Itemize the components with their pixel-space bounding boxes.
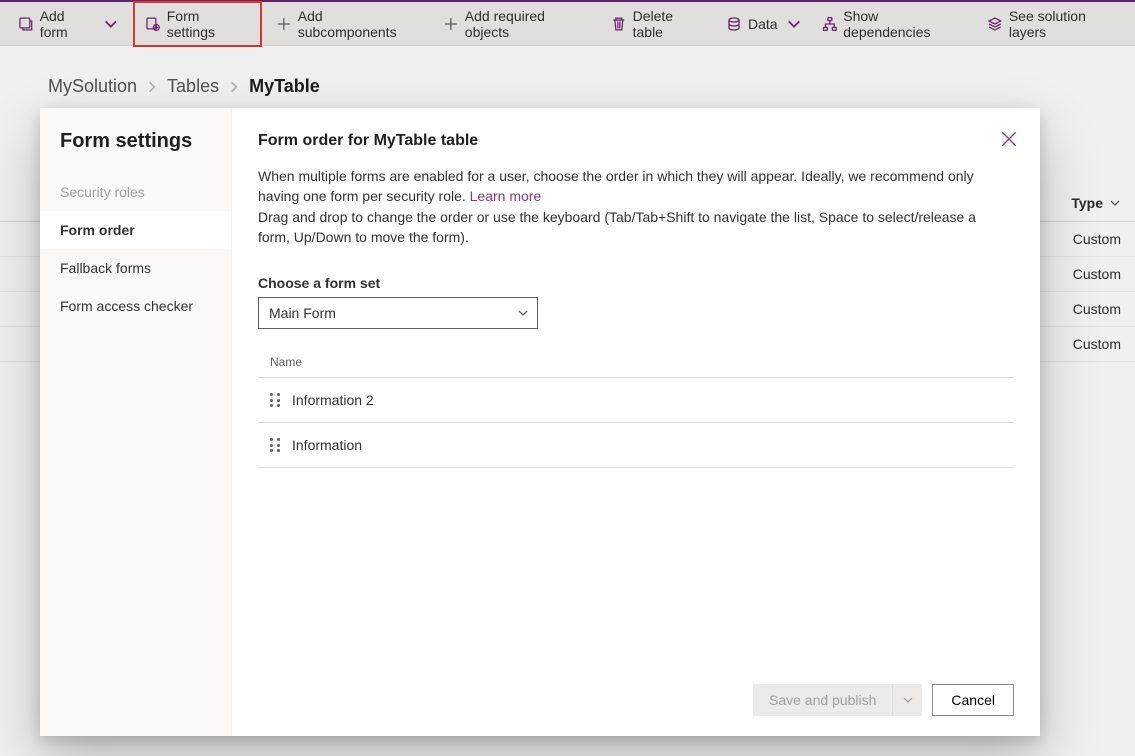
plus-icon xyxy=(443,16,459,32)
form-set-select[interactable]: Main Form xyxy=(258,297,538,329)
show-dependencies-button[interactable]: Show dependencies xyxy=(812,4,978,44)
form-order-item[interactable]: Information xyxy=(258,423,1014,468)
form-name: Information xyxy=(292,437,362,453)
form-settings-icon xyxy=(145,16,161,32)
sidebar-item-form-order[interactable]: Form order xyxy=(40,211,231,249)
form-settings-label: Form settings xyxy=(167,8,250,40)
sidebar-item-security-roles[interactable]: Security roles xyxy=(40,173,231,211)
chevron-down-icon xyxy=(902,694,914,706)
plus-icon xyxy=(276,16,292,32)
dialog-sidebar-title: Form settings xyxy=(40,130,231,173)
delete-table-label: Delete table xyxy=(633,8,706,40)
data-label: Data xyxy=(748,16,778,32)
add-form-label: Add form xyxy=(40,8,96,40)
data-icon xyxy=(726,16,742,32)
add-subcomponents-button[interactable]: Add subcomponents xyxy=(266,4,433,44)
breadcrumb-solution[interactable]: MySolution xyxy=(48,76,137,97)
add-subcomponents-label: Add subcomponents xyxy=(298,8,423,40)
learn-more-link[interactable]: Learn more xyxy=(470,188,542,204)
chevron-down-icon xyxy=(103,16,119,32)
form-order-item[interactable]: Information 2 xyxy=(258,378,1014,423)
add-form-button[interactable]: Add form xyxy=(8,4,129,44)
see-solution-layers-button[interactable]: See solution layers xyxy=(977,4,1135,44)
add-required-objects-button[interactable]: Add required objects xyxy=(433,4,601,44)
data-button[interactable]: Data xyxy=(716,12,812,36)
chevron-down-icon xyxy=(1109,197,1121,209)
cancel-button[interactable]: Cancel xyxy=(932,684,1014,716)
see-solution-layers-label: See solution layers xyxy=(1009,8,1125,40)
form-settings-button[interactable]: Form settings xyxy=(133,1,262,47)
dialog-sidebar: Form settings Security roles Form order … xyxy=(40,108,232,736)
form-set-label: Choose a form set xyxy=(258,275,1014,291)
form-name: Information 2 xyxy=(292,392,374,408)
form-settings-dialog: Form settings Security roles Form order … xyxy=(40,108,1040,736)
command-bar: Add form Form settings Add subcomponents… xyxy=(0,2,1135,46)
save-and-publish-caret xyxy=(892,684,922,716)
chevron-right-icon xyxy=(227,80,241,94)
sidebar-item-fallback-forms[interactable]: Fallback forms xyxy=(40,249,231,287)
save-and-publish-button: Save and publish xyxy=(753,684,922,716)
drag-handle-icon[interactable] xyxy=(270,438,280,452)
dialog-footer: Save and publish Cancel xyxy=(258,670,1014,716)
table-header-type[interactable]: Type xyxy=(1071,195,1121,211)
chevron-down-icon xyxy=(517,307,529,319)
delete-table-button[interactable]: Delete table xyxy=(601,4,716,44)
chevron-right-icon xyxy=(145,80,159,94)
sidebar-item-form-access-checker[interactable]: Form access checker xyxy=(40,287,231,325)
dialog-main: Form order for MyTable table When multip… xyxy=(232,108,1040,736)
add-form-icon xyxy=(18,16,34,32)
dialog-description: When multiple forms are enabled for a us… xyxy=(258,166,998,247)
form-list-header-name: Name xyxy=(258,347,1014,378)
add-required-objects-label: Add required objects xyxy=(465,8,591,40)
form-set-selected-value: Main Form xyxy=(269,305,336,321)
breadcrumb: MySolution Tables MyTable xyxy=(0,46,1135,97)
close-button[interactable] xyxy=(1000,130,1018,148)
breadcrumb-current: MyTable xyxy=(249,76,320,97)
close-icon xyxy=(1000,130,1018,148)
trash-icon xyxy=(611,16,627,32)
chevron-down-icon xyxy=(786,16,802,32)
breadcrumb-tables[interactable]: Tables xyxy=(167,76,219,97)
show-dependencies-label: Show dependencies xyxy=(843,8,967,40)
layers-icon xyxy=(987,16,1003,32)
drag-handle-icon[interactable] xyxy=(270,393,280,407)
dependencies-icon xyxy=(822,16,838,32)
dialog-title: Form order for MyTable table xyxy=(258,132,1014,150)
save-and-publish-main: Save and publish xyxy=(753,684,892,716)
